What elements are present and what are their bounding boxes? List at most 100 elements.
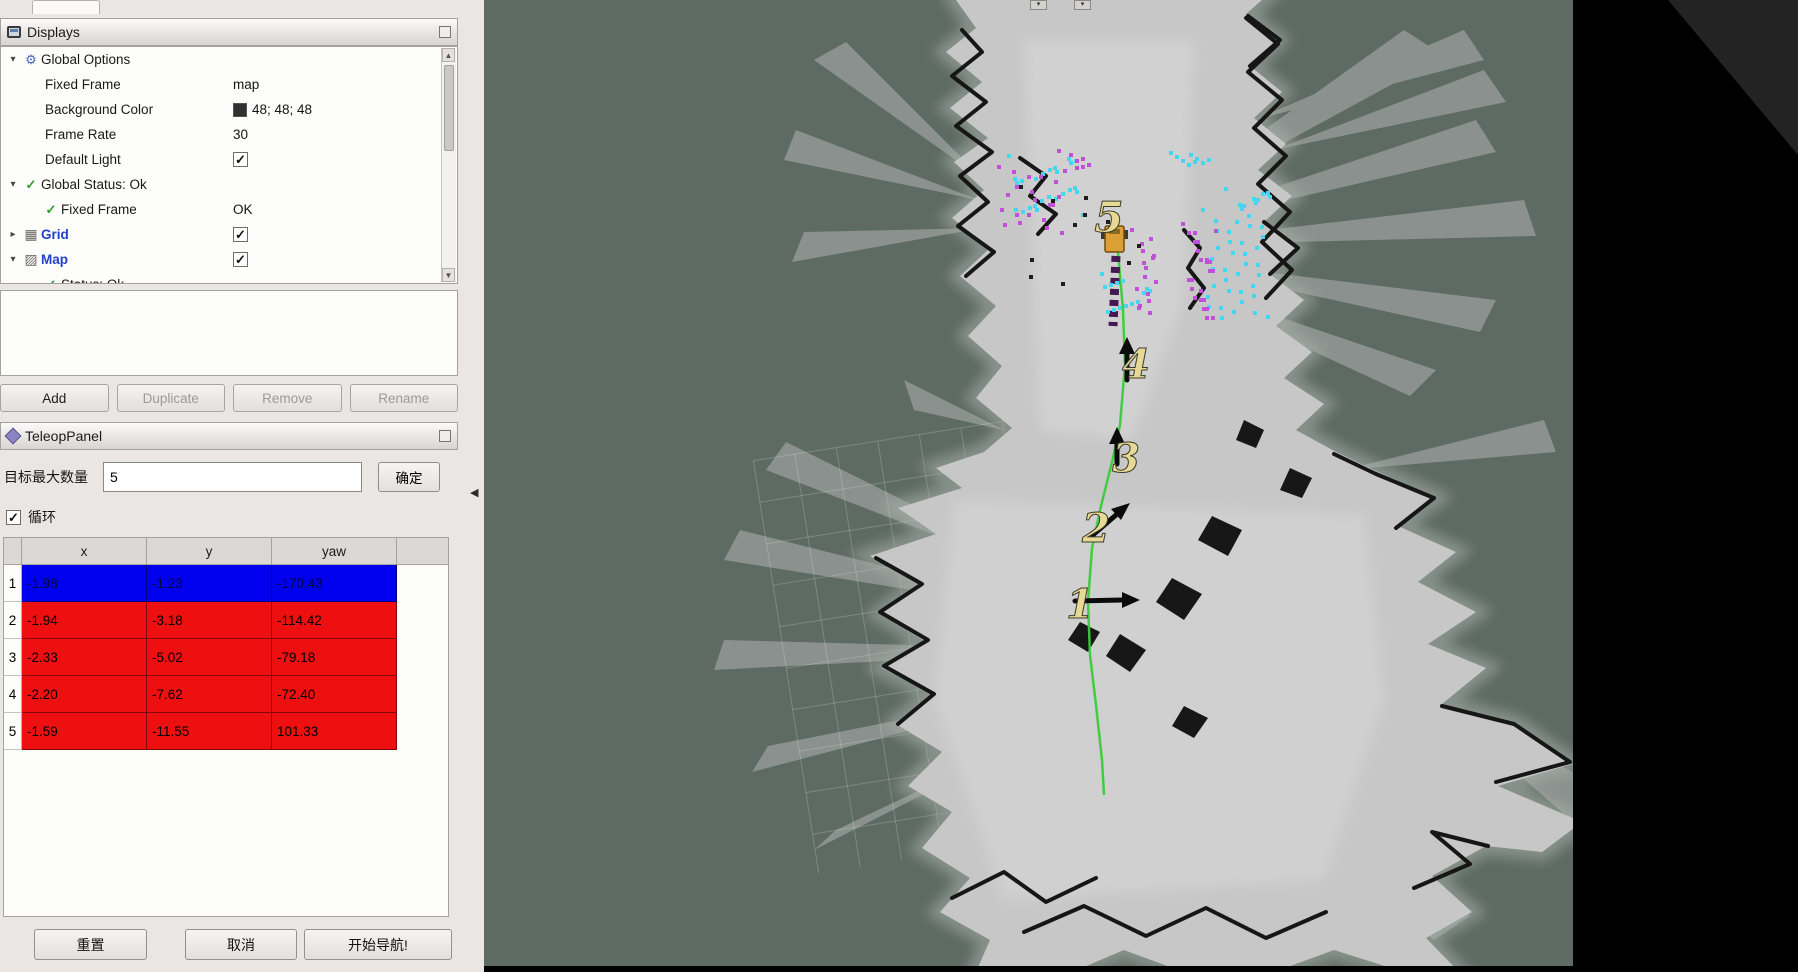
cell-y[interactable]: -7.62 bbox=[147, 676, 272, 713]
scan-point bbox=[1145, 287, 1149, 291]
loop-checkbox[interactable]: ✓ bbox=[6, 510, 21, 525]
cell-x[interactable]: -1.98 bbox=[22, 565, 147, 602]
table-row[interactable]: 1 -1.98 -1.23 -170.43 bbox=[4, 565, 448, 602]
col-header-y[interactable]: y bbox=[147, 538, 272, 564]
scan-point bbox=[1236, 272, 1240, 276]
table-row[interactable]: 4 -2.20 -7.62 -72.40 bbox=[4, 676, 448, 713]
scan-point bbox=[1034, 177, 1038, 181]
cell-y[interactable]: -1.23 bbox=[147, 565, 272, 602]
scan-point bbox=[1147, 299, 1151, 303]
scan-point bbox=[1061, 192, 1065, 196]
scan-point bbox=[1054, 180, 1058, 184]
reset-button[interactable]: 重置 bbox=[34, 929, 147, 960]
property-value[interactable]: 48; 48; 48 bbox=[252, 102, 312, 117]
cell-y[interactable]: -5.02 bbox=[147, 639, 272, 676]
scan-point bbox=[1006, 193, 1010, 197]
tree-row-map-status-clipped[interactable]: ✓ Status: Ok bbox=[1, 272, 457, 284]
scan-point bbox=[1193, 160, 1197, 164]
toolbar-combo-partial[interactable]: ▾ bbox=[1030, 0, 1047, 10]
scan-point bbox=[1075, 190, 1079, 194]
property-value[interactable]: 30 bbox=[233, 122, 248, 147]
panel-float-button[interactable] bbox=[439, 26, 451, 38]
render-view-3d[interactable]: 1 2 3 4 5 ▾ ▾ bbox=[484, 0, 1573, 972]
scan-point bbox=[1142, 261, 1146, 265]
scan-point bbox=[1040, 199, 1044, 203]
cell-x[interactable]: -2.20 bbox=[22, 676, 147, 713]
property-value[interactable]: map bbox=[233, 72, 259, 97]
cell-x[interactable]: -1.59 bbox=[22, 713, 147, 750]
default-light-checkbox[interactable]: ✓ bbox=[233, 152, 248, 167]
toolbar-combo-partial[interactable]: ▾ bbox=[1074, 0, 1091, 10]
tree-row-grid[interactable]: ▸ ▦ Grid ✓ bbox=[1, 222, 457, 247]
rename-button[interactable]: Rename bbox=[350, 384, 459, 412]
waypoint-table: x y yaw 1 -1.98 -1.23 -170.43 2 -1.94 -3… bbox=[3, 537, 449, 917]
col-header-x[interactable]: x bbox=[22, 538, 147, 564]
cell-yaw[interactable]: -72.40 bbox=[272, 676, 397, 713]
tree-row-background-color[interactable]: Background Color 48; 48; 48 bbox=[1, 97, 457, 122]
scan-point bbox=[1021, 210, 1025, 214]
grid-enabled-checkbox[interactable]: ✓ bbox=[233, 227, 248, 242]
scan-point bbox=[1137, 244, 1141, 248]
cell-y[interactable]: -11.55 bbox=[147, 713, 272, 750]
cancel-button[interactable]: 取消 bbox=[185, 929, 297, 960]
cell-x[interactable]: -1.94 bbox=[22, 602, 147, 639]
header-filler bbox=[397, 538, 448, 564]
tree-row-frame-rate[interactable]: Frame Rate 30 bbox=[1, 122, 457, 147]
toolbar-tab-partial[interactable] bbox=[32, 0, 100, 14]
cell-x[interactable]: -2.33 bbox=[22, 639, 147, 676]
tree-row-fixed-frame-status[interactable]: ✓ Fixed Frame OK bbox=[1, 197, 457, 222]
add-button[interactable]: Add bbox=[0, 384, 109, 412]
start-navigation-button[interactable]: 开始导航! bbox=[304, 929, 452, 960]
displays-panel-header[interactable]: Displays bbox=[0, 18, 458, 46]
tree-scrollbar[interactable]: ▲ ▼ bbox=[441, 48, 456, 282]
scan-point bbox=[1260, 225, 1264, 229]
scan-point bbox=[1169, 151, 1173, 155]
scan-point bbox=[1045, 226, 1049, 230]
chevron-down-icon[interactable]: ▾ bbox=[5, 254, 21, 265]
scan-point bbox=[1208, 260, 1212, 264]
chevron-right-icon[interactable]: ▸ bbox=[5, 229, 21, 240]
map-enabled-checkbox[interactable]: ✓ bbox=[233, 252, 248, 267]
cell-yaw[interactable]: 101.33 bbox=[272, 713, 397, 750]
color-swatch[interactable] bbox=[233, 103, 247, 117]
tree-row-global-options[interactable]: ▾ ⚙ Global Options bbox=[1, 47, 457, 72]
table-row[interactable]: 3 -2.33 -5.02 -79.18 bbox=[4, 639, 448, 676]
confirm-button[interactable]: 确定 bbox=[378, 462, 440, 492]
tree-row-default-light[interactable]: Default Light ✓ bbox=[1, 147, 457, 172]
scan-point bbox=[1018, 221, 1022, 225]
scan-point bbox=[1239, 290, 1243, 294]
scan-point bbox=[1075, 166, 1079, 170]
col-header-yaw[interactable]: yaw bbox=[272, 538, 397, 564]
cell-yaw[interactable]: -170.43 bbox=[272, 565, 397, 602]
scan-point bbox=[1240, 300, 1244, 304]
remove-button[interactable]: Remove bbox=[233, 384, 342, 412]
scan-point bbox=[1211, 316, 1215, 320]
panel-float-button[interactable] bbox=[439, 430, 451, 442]
cell-y[interactable]: -3.18 bbox=[147, 602, 272, 639]
scrollbar-thumb[interactable] bbox=[444, 65, 454, 151]
cell-yaw[interactable]: -114.42 bbox=[272, 602, 397, 639]
scan-point bbox=[1227, 289, 1231, 293]
row-header-cell: 2 bbox=[4, 602, 22, 639]
duplicate-button[interactable]: Duplicate bbox=[117, 384, 226, 412]
chevron-down-icon[interactable]: ▾ bbox=[5, 54, 21, 65]
scan-point bbox=[1015, 181, 1019, 185]
scroll-down-icon[interactable]: ▼ bbox=[442, 268, 455, 282]
splitter-collapse-icon[interactable]: ◀ bbox=[470, 486, 478, 499]
tree-row-map[interactable]: ▾ ▨ Map ✓ bbox=[1, 247, 457, 272]
teleop-panel-header[interactable]: TeleopPanel bbox=[0, 422, 458, 450]
table-row[interactable]: 5 -1.59 -11.55 101.33 bbox=[4, 713, 448, 750]
gear-icon: ⚙ bbox=[21, 52, 41, 68]
scroll-up-icon[interactable]: ▲ bbox=[442, 48, 455, 62]
scan-point bbox=[1121, 279, 1125, 283]
tree-row-global-status[interactable]: ▾ ✓ Global Status: Ok bbox=[1, 172, 457, 197]
scan-point bbox=[1042, 218, 1046, 222]
max-targets-input[interactable] bbox=[103, 462, 362, 492]
scan-point bbox=[1073, 186, 1077, 190]
scan-point bbox=[1256, 198, 1260, 202]
cell-yaw[interactable]: -79.18 bbox=[272, 639, 397, 676]
scan-point bbox=[1100, 272, 1104, 276]
chevron-down-icon[interactable]: ▾ bbox=[5, 179, 21, 190]
table-row[interactable]: 2 -1.94 -3.18 -114.42 bbox=[4, 602, 448, 639]
tree-row-fixed-frame[interactable]: Fixed Frame map bbox=[1, 72, 457, 97]
